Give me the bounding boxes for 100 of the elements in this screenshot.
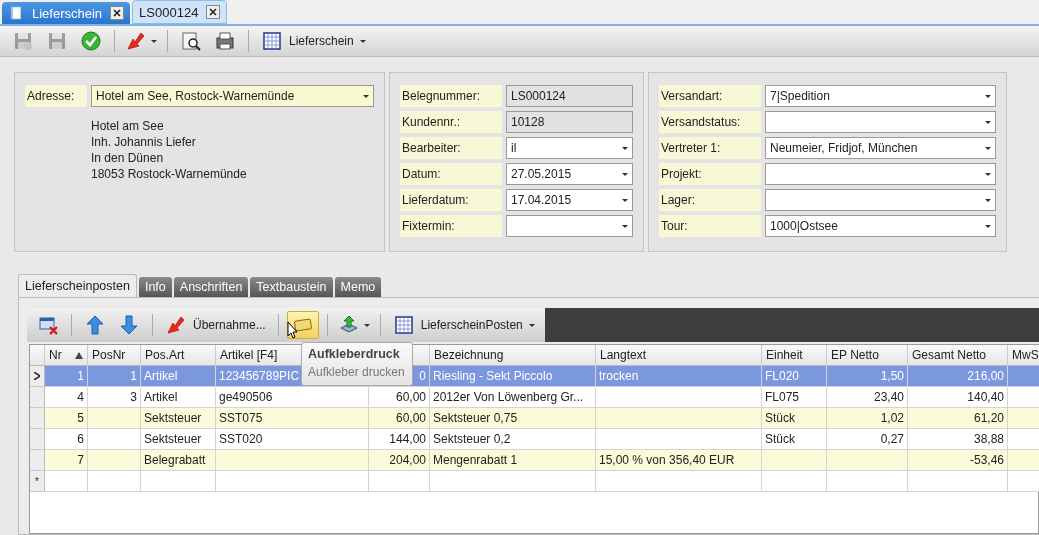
address-line: 18053 Rostock-Warnemünde bbox=[91, 167, 248, 181]
table-cell: 4 bbox=[45, 387, 88, 408]
address-line: Hotel am See bbox=[91, 119, 165, 133]
table-cell: Artikel bbox=[141, 387, 216, 408]
table-cell: Belegrabatt bbox=[141, 450, 216, 471]
takeover-button[interactable]: Übernahme... bbox=[161, 313, 270, 337]
sticker-print-button[interactable] bbox=[286, 311, 319, 339]
address-dropdown[interactable]: Hotel am See, Rostock-Warnemünde bbox=[91, 85, 374, 107]
field-label: Belegnummer: bbox=[400, 85, 502, 107]
field-label: Versandstatus: bbox=[659, 111, 761, 133]
field-label: Tour: bbox=[659, 215, 761, 237]
column-header[interactable]: PosNr bbox=[88, 345, 141, 366]
grid-icon bbox=[261, 30, 283, 52]
table-cell bbox=[369, 471, 430, 492]
table-cell: Artikel bbox=[141, 366, 216, 387]
table-cell: 6 bbox=[45, 429, 88, 450]
field-label: Versandart: bbox=[659, 85, 761, 107]
table-cell: FL020 bbox=[762, 366, 827, 387]
table-cell: SST075 bbox=[216, 408, 369, 429]
field-label: Adresse: bbox=[25, 85, 87, 107]
caret-icon bbox=[151, 39, 157, 43]
column-header[interactable]: Bezeichnung bbox=[430, 345, 596, 366]
column-header[interactable]: MwS bbox=[1008, 345, 1039, 366]
caret-icon bbox=[363, 323, 370, 327]
layout-button[interactable]: LieferscheinPosten bbox=[388, 313, 539, 337]
table-cell bbox=[1008, 366, 1039, 387]
table-cell: trocken bbox=[596, 366, 762, 387]
table-cell: 2012er Von Löwenberg Gr... bbox=[430, 387, 596, 408]
table-cell: Sektsteuer bbox=[141, 429, 216, 450]
table-cell: ge490506 bbox=[216, 387, 369, 408]
table-cell: 1,02 bbox=[827, 408, 908, 429]
section-tab[interactable]: Info bbox=[138, 277, 172, 297]
table-cell bbox=[1008, 408, 1039, 429]
table-cell: 61,20 bbox=[908, 408, 1008, 429]
document-tab[interactable]: LS000124 bbox=[132, 0, 228, 24]
readonly-field: 10128 bbox=[506, 111, 633, 133]
column-header[interactable]: Nr bbox=[45, 345, 88, 366]
grid-icon bbox=[392, 314, 415, 336]
dropdown-field[interactable] bbox=[765, 111, 996, 133]
table-cell bbox=[762, 450, 827, 471]
dropdown-field[interactable] bbox=[506, 215, 633, 237]
checkmark-icon bbox=[80, 30, 102, 52]
table-cell: 38,88 bbox=[908, 429, 1008, 450]
table-cell bbox=[88, 429, 141, 450]
dropdown-field[interactable] bbox=[765, 189, 996, 211]
magnifier-document-icon bbox=[180, 30, 202, 52]
section-tab[interactable]: Anschriften bbox=[173, 277, 249, 297]
table-cell: Riesling - Sekt Piccolo bbox=[430, 366, 596, 387]
close-icon[interactable] bbox=[110, 6, 125, 20]
up-arrow-icon bbox=[84, 314, 106, 336]
table-cell: 23,40 bbox=[827, 387, 908, 408]
table-cell: Stück bbox=[762, 429, 827, 450]
dropdown-field[interactable]: 1000|Ostsee bbox=[765, 215, 996, 237]
table-cell: 7 bbox=[45, 450, 88, 471]
dropdown-field[interactable]: Neumeier, Fridjof, München bbox=[765, 137, 996, 159]
section-tab[interactable]: Textbaustein bbox=[250, 277, 333, 297]
section-tab[interactable]: Memo bbox=[334, 277, 382, 297]
column-header[interactable]: Pos.Art bbox=[141, 345, 216, 366]
close-icon[interactable] bbox=[206, 5, 221, 19]
table-cell bbox=[1008, 429, 1039, 450]
document-tab[interactable]: Lieferschein bbox=[2, 2, 131, 24]
table-cell: Sektsteuer 0,2 bbox=[430, 429, 596, 450]
corner-header bbox=[30, 345, 45, 366]
dropdown-field[interactable]: 7|Spedition bbox=[765, 85, 996, 107]
field-label: Lieferdatum: bbox=[400, 189, 502, 211]
dropdown-field[interactable]: 17.04.2015 bbox=[506, 189, 633, 211]
dropdown-field[interactable]: 27.05.2015 bbox=[506, 163, 633, 185]
table-cell bbox=[45, 471, 88, 492]
section-tab[interactable]: Lieferscheinposten bbox=[18, 274, 137, 297]
column-header[interactable]: Langtext bbox=[596, 345, 762, 366]
layout-button[interactable]: Lieferschein bbox=[257, 29, 370, 53]
table-cell: 60,00 bbox=[369, 408, 430, 429]
row-header[interactable] bbox=[30, 366, 45, 387]
table-cell: 60,00 bbox=[369, 387, 430, 408]
table-cell bbox=[762, 471, 827, 492]
table-cell: Mengenrabatt 1 bbox=[430, 450, 596, 471]
address-line: Inh. Johannis Liefer bbox=[91, 135, 197, 149]
field-label: Bearbeiter: bbox=[400, 137, 502, 159]
table-cell: SST020 bbox=[216, 429, 369, 450]
table-cell: Sektsteuer 0,75 bbox=[430, 408, 596, 429]
column-header[interactable]: Gesamt Netto bbox=[908, 345, 1008, 366]
new-row-marker: * bbox=[30, 471, 45, 492]
tab-label: LS000124 bbox=[139, 4, 199, 20]
field-label: Datum: bbox=[400, 163, 502, 185]
table-cell: Sektsteuer bbox=[141, 408, 216, 429]
table-cell bbox=[88, 450, 141, 471]
table-cell bbox=[88, 408, 141, 429]
table-cell bbox=[1008, 387, 1039, 408]
tab-label: Lieferschein bbox=[32, 5, 103, 21]
column-header[interactable]: Einheit bbox=[762, 345, 827, 366]
table-cell: 204,00 bbox=[369, 450, 430, 471]
table-cell: 140,40 bbox=[908, 387, 1008, 408]
field-label: Projekt: bbox=[659, 163, 761, 185]
table-cell: 144,00 bbox=[369, 429, 430, 450]
printer-icon bbox=[214, 30, 236, 52]
dropdown-field[interactable] bbox=[765, 163, 996, 185]
dropdown-field[interactable]: il bbox=[506, 137, 633, 159]
cursor-icon bbox=[287, 321, 299, 339]
address-line: In den Dünen bbox=[91, 151, 165, 165]
column-header[interactable]: EP Netto bbox=[827, 345, 908, 366]
